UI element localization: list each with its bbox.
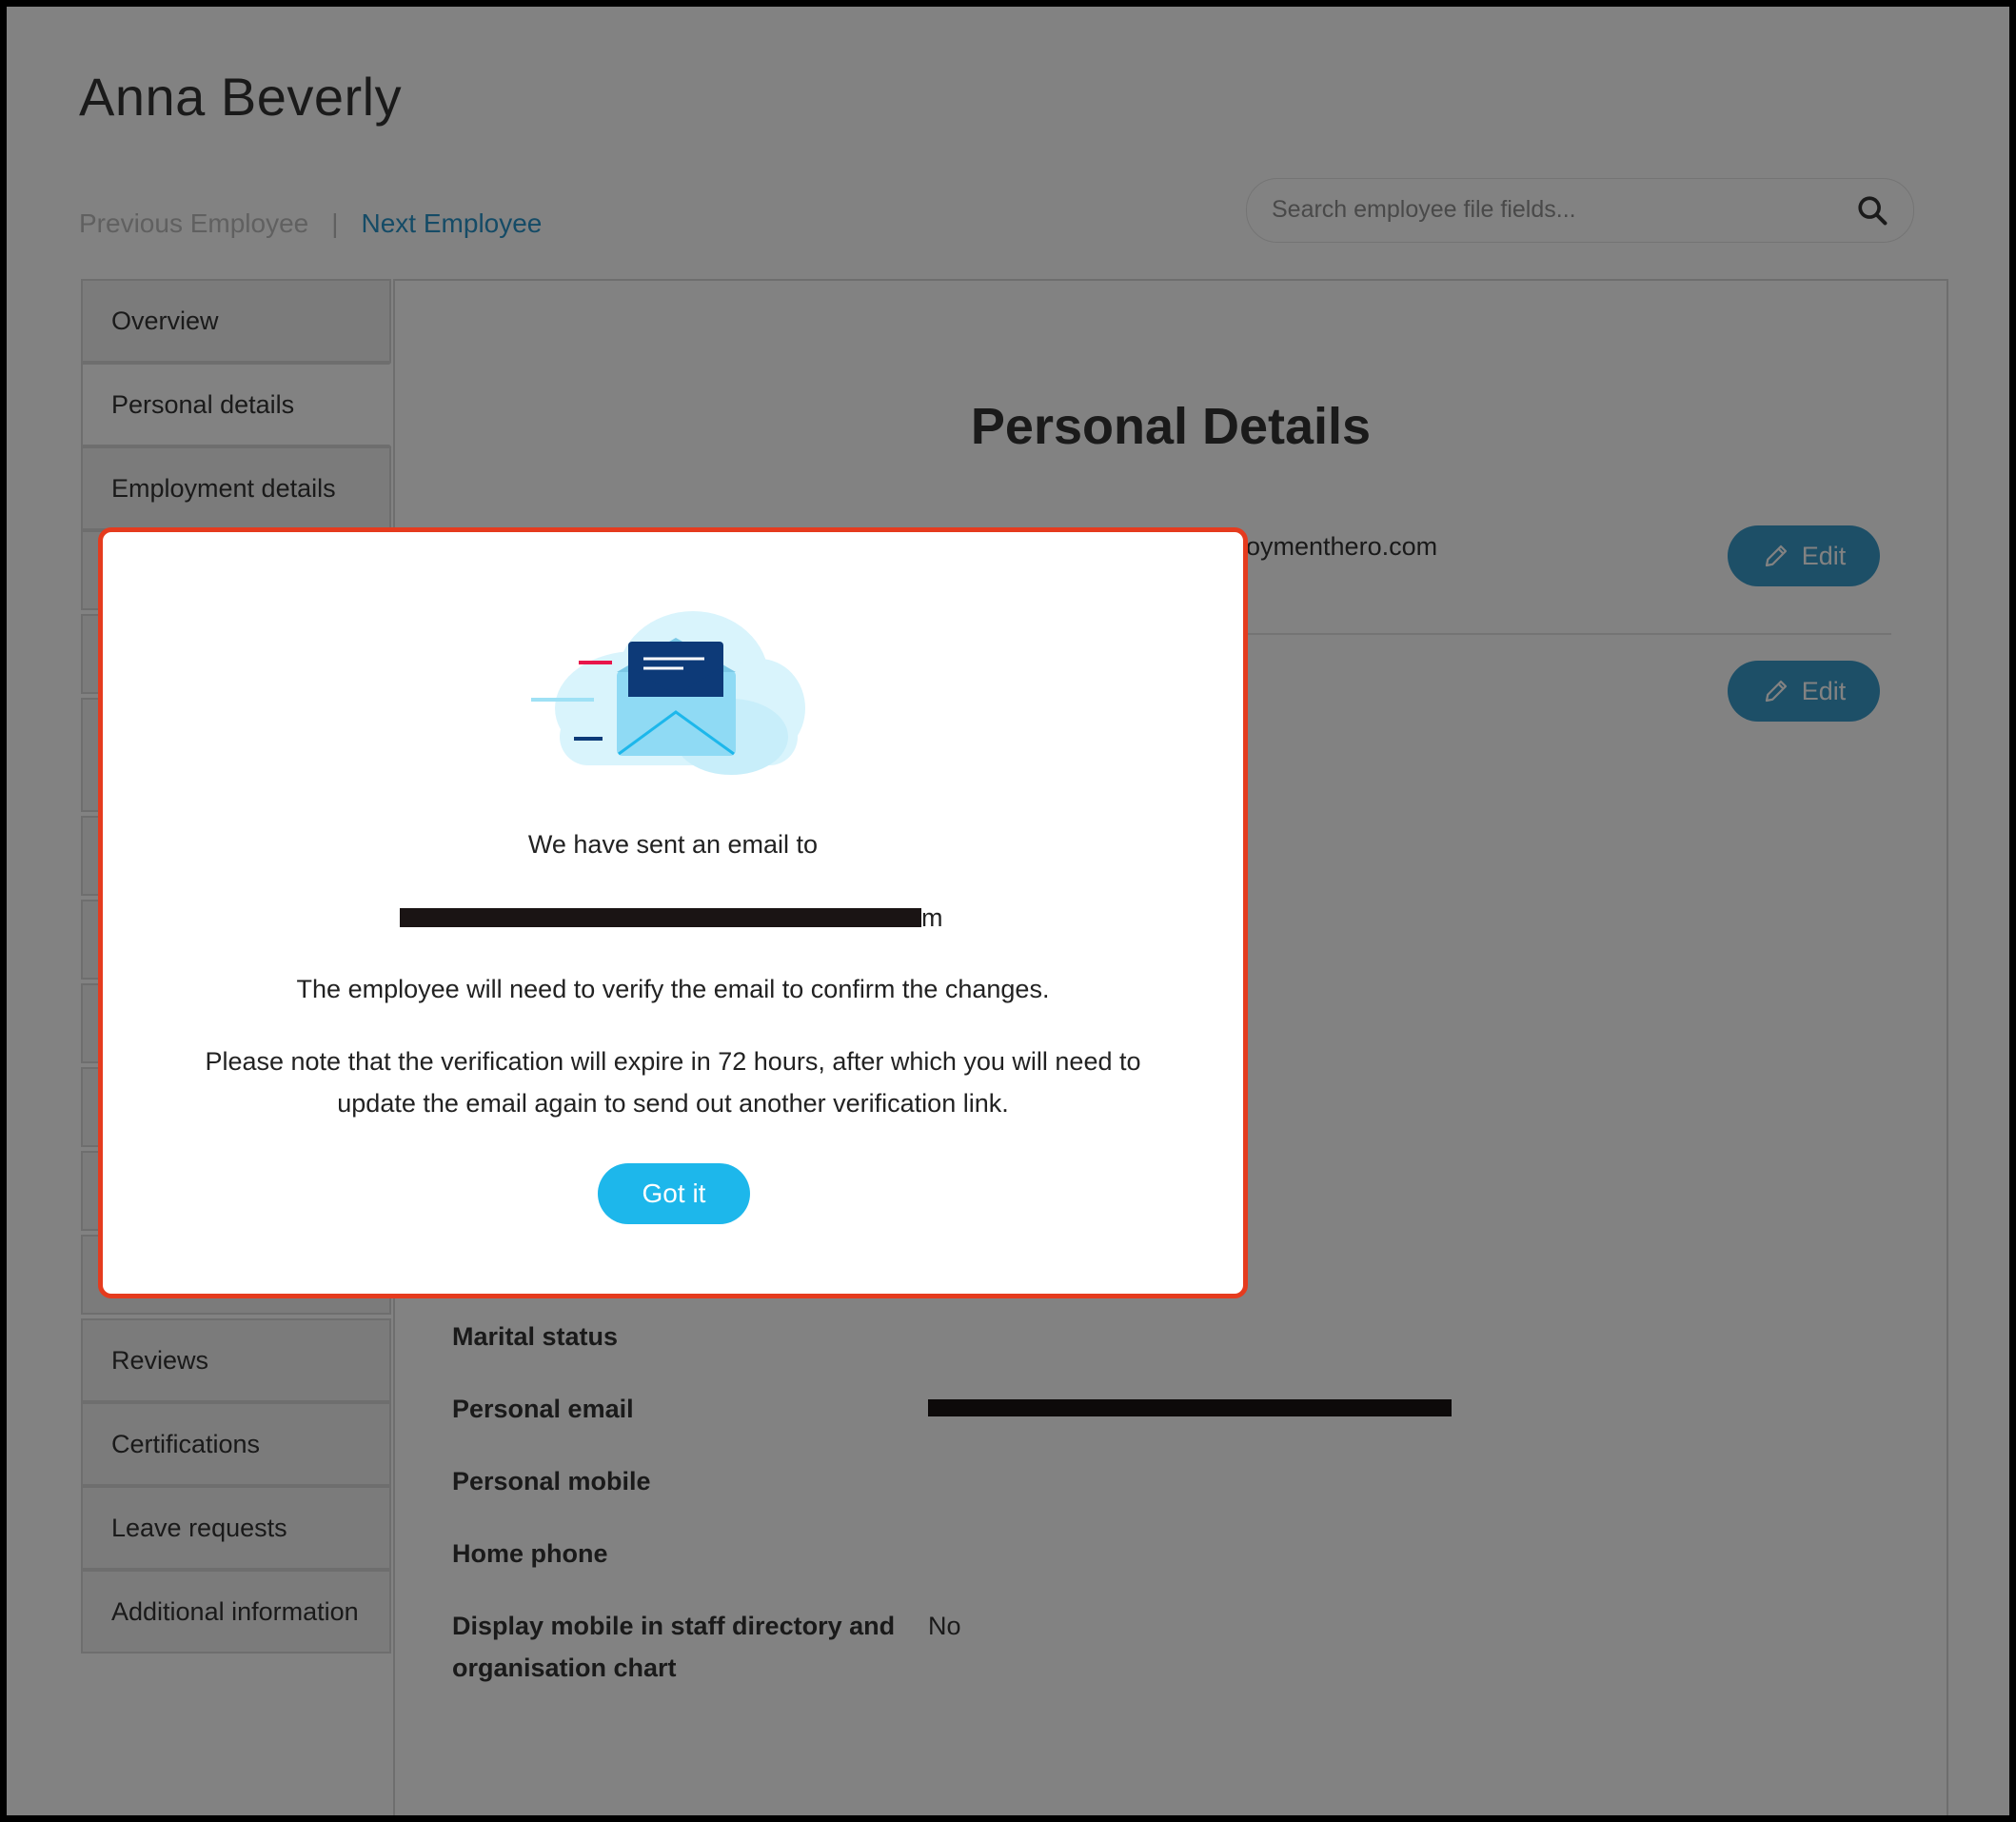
employee-file-page: Anna Beverly Previous Employee | Next Empl…: [7, 7, 2009, 1815]
modal-line-expiry-1: Please note that the verification will e…: [205, 1047, 1141, 1076]
email-redacted-bar: [400, 908, 921, 927]
modal-line-expiry-2: update the email again to send out anoth…: [337, 1089, 1009, 1118]
email-sent-illustration-icon: [531, 611, 805, 775]
modal-line-sent-to: We have sent an email to: [527, 830, 819, 859]
email-visible-fragment: m: [921, 903, 943, 932]
modal-line-verify: The employee will need to verify the ema…: [296, 975, 1050, 1003]
modal-email-line: m: [103, 903, 1243, 941]
got-it-button[interactable]: Got it: [598, 1163, 750, 1224]
email-verification-modal: We have sent an email to m The employee …: [98, 527, 1248, 1298]
